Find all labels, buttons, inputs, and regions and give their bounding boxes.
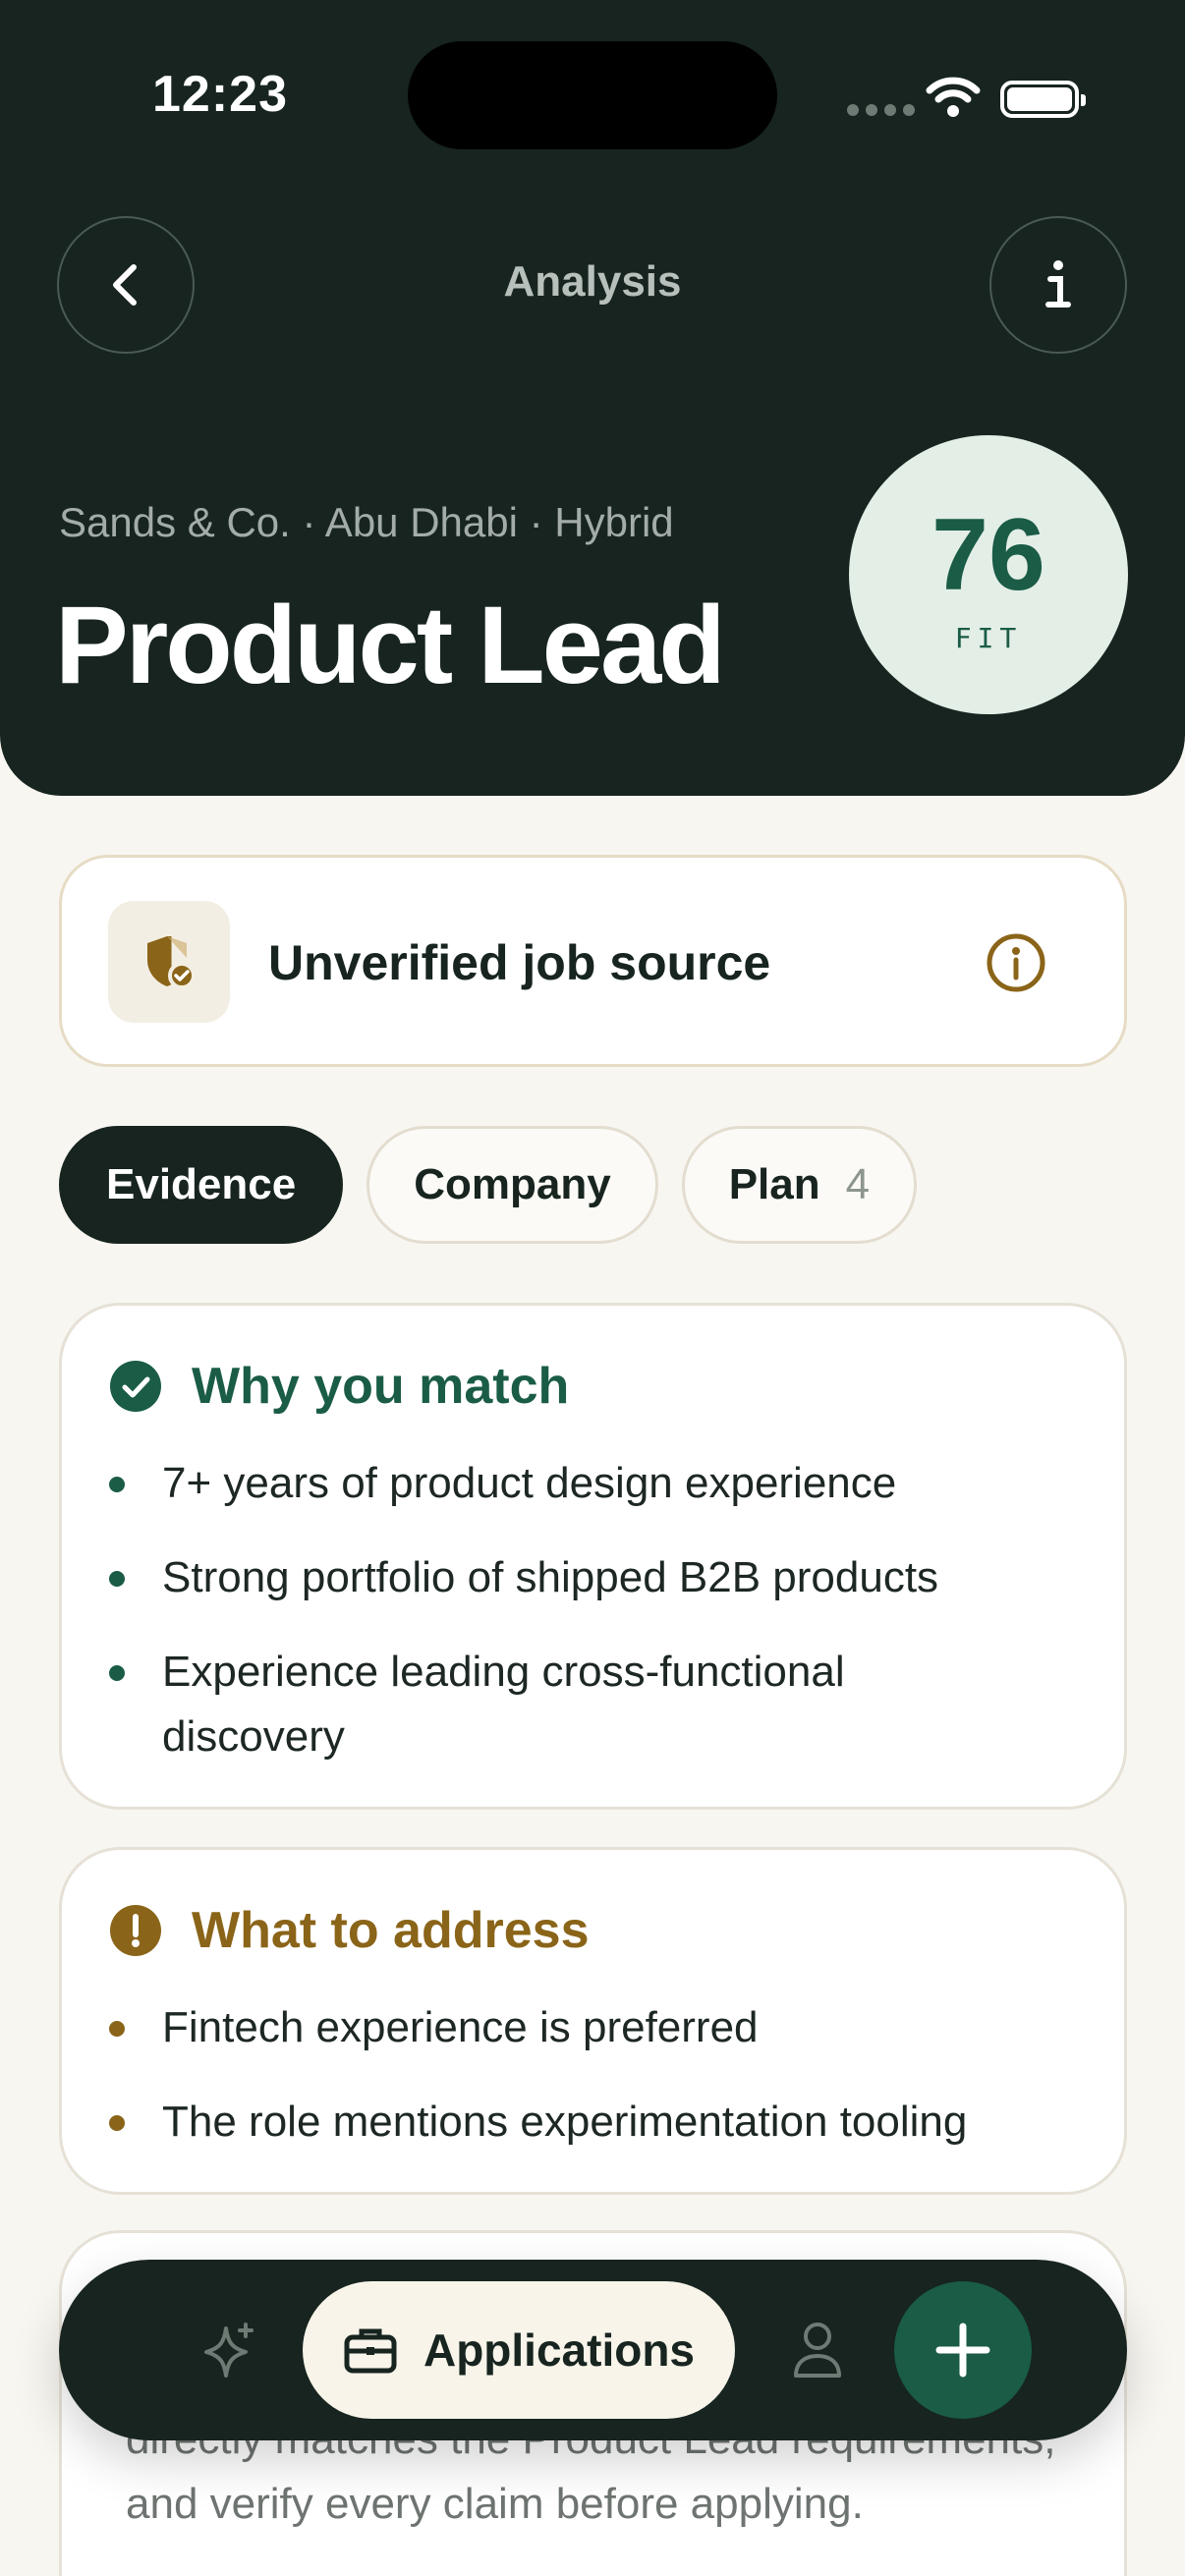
tab-label: Company <box>414 1160 611 1208</box>
check-circle-icon <box>110 1361 161 1412</box>
tab-bar: Evidence Company Plan 4 <box>59 1126 918 1244</box>
add-button[interactable] <box>894 2281 1032 2419</box>
sparkle-icon[interactable] <box>198 2319 261 2381</box>
card-header: What to address <box>109 1901 590 1960</box>
header: 12:23 Analysis Sands & Co. · Abu Dhabi ·… <box>0 0 1185 796</box>
tab-evidence[interactable]: Evidence <box>59 1126 344 1244</box>
signal-icon <box>847 104 915 116</box>
bottom-nav: Applications <box>59 2260 1127 2440</box>
fit-score: 76 <box>931 497 1045 612</box>
person-icon[interactable] <box>790 2319 845 2381</box>
info-circle-icon[interactable] <box>986 932 1046 993</box>
tab-company[interactable]: Company <box>367 1126 658 1244</box>
info-icon <box>1045 260 1071 308</box>
list-item: Experience leading cross-functional disc… <box>109 1640 875 1769</box>
source-warning-text: Unverified job source <box>268 935 771 990</box>
tab-count-badge: 4 <box>845 1160 871 1208</box>
list-item: 7+ years of product design experience <box>109 1451 1072 1516</box>
applications-tab[interactable]: Applications <box>303 2281 735 2419</box>
why-you-match-card: Why you match 7+ years of product design… <box>59 1303 1127 1810</box>
status-time: 12:23 <box>152 66 288 123</box>
briefcase-icon <box>344 2328 397 2374</box>
card-title: Why you match <box>192 1358 570 1415</box>
shield-check-icon <box>108 901 230 1023</box>
address-list: Fintech experience is preferred The role… <box>109 1995 1072 2184</box>
list-item: Strong portfolio of shipped B2B products <box>109 1545 1072 1610</box>
list-item: Fintech experience is preferred <box>109 1995 1072 2060</box>
what-to-address-card: What to address Fintech experience is pr… <box>59 1847 1127 2195</box>
battery-icon <box>1000 81 1086 118</box>
list-item: The role mentions experimentation toolin… <box>109 2090 1072 2155</box>
alert-circle-icon <box>110 1905 161 1956</box>
job-title: Product Lead <box>55 584 726 706</box>
card-title: What to address <box>192 1902 590 1959</box>
info-button[interactable] <box>989 216 1127 354</box>
source-warning-card[interactable]: Unverified job source <box>59 855 1127 1067</box>
plus-icon <box>935 2323 990 2378</box>
tab-label: Evidence <box>106 1160 297 1208</box>
applications-label: Applications <box>423 2324 696 2376</box>
dynamic-island <box>408 41 777 149</box>
fit-score-badge: 76 FIT <box>849 435 1128 714</box>
tab-label: Plan <box>728 1160 820 1208</box>
match-list: 7+ years of product design experience St… <box>109 1451 1072 1799</box>
fit-label: FIT <box>954 621 1023 654</box>
wifi-icon <box>926 77 981 117</box>
card-header: Why you match <box>109 1357 569 1416</box>
job-meta: Sands & Co. · Abu Dhabi · Hybrid <box>59 499 674 545</box>
tab-plan[interactable]: Plan 4 <box>681 1126 918 1244</box>
